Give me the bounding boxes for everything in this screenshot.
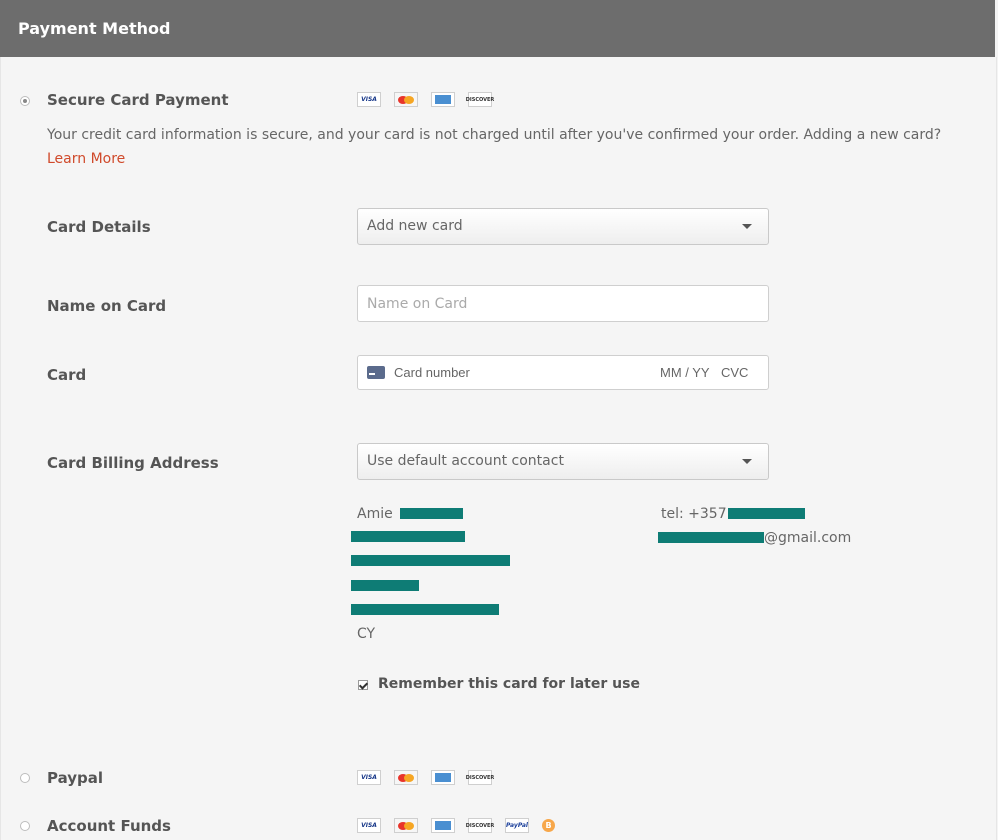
visa-icon: VISA [357,92,381,107]
credit-card-icon [367,366,385,379]
address-name: Amie [357,506,393,522]
billing-address-label: Card Billing Address [47,454,219,472]
amex-icon [431,818,455,833]
card-icons-secure: VISA DISCOVER [357,92,494,107]
billing-address-select[interactable]: Use default account contact [357,443,769,480]
billing-address-value: Use default account contact [367,453,564,469]
card-label: Card [47,366,87,384]
redaction-bar [351,580,419,591]
card-number-placeholder: Card number [394,365,470,380]
mastercard-icon [394,818,418,833]
cvc-placeholder: CVC [721,365,749,380]
redaction-bar [400,508,463,519]
secure-card-radio[interactable] [20,96,30,106]
bitcoin-icon: B [542,819,555,832]
remember-card-checkbox[interactable] [358,680,368,690]
card-details-label: Card Details [47,218,151,236]
amex-icon [431,770,455,785]
address-country: CY [357,626,376,642]
secure-info-text: Your credit card information is secure, … [47,127,942,167]
mastercard-icon [394,770,418,785]
name-on-card-input[interactable] [357,285,769,322]
paypal-radio[interactable] [20,773,30,783]
card-number-field[interactable]: Card number MM / YY CVC [357,355,769,390]
discover-icon: DISCOVER [466,770,494,785]
mastercard-icon [394,92,418,107]
section-header: Payment Method [0,0,995,57]
learn-more-link[interactable]: Learn More [47,151,125,167]
redaction-bar [728,508,805,519]
secure-card-label: Secure Card Payment [47,91,229,109]
visa-icon: VISA [357,818,381,833]
redaction-bar [351,555,510,566]
amex-icon [431,92,455,107]
redaction-bar [658,532,764,543]
card-icons-funds: VISA DISCOVER PayPal B [357,818,555,833]
chevron-down-icon [742,459,752,464]
account-funds-label: Account Funds [47,817,171,835]
address-email: @gmail.com [764,530,852,546]
discover-icon: DISCOVER [466,818,494,833]
address-tel: tel: +357 [661,506,727,522]
account-funds-radio[interactable] [20,821,30,831]
redaction-bar [351,531,465,542]
name-on-card-label: Name on Card [47,297,167,315]
visa-icon: VISA [357,770,381,785]
paypal-icon: PayPal [505,818,529,833]
section-title: Payment Method [18,19,171,38]
remember-card-label: Remember this card for later use [378,676,640,692]
card-details-value: Add new card [367,218,463,234]
discover-icon: DISCOVER [466,92,494,107]
chevron-down-icon [742,224,752,229]
card-details-select[interactable]: Add new card [357,208,769,245]
expiry-placeholder: MM / YY [660,365,710,380]
paypal-label: Paypal [47,769,104,787]
card-icons-paypal: VISA DISCOVER [357,770,494,785]
redaction-bar [351,604,499,615]
